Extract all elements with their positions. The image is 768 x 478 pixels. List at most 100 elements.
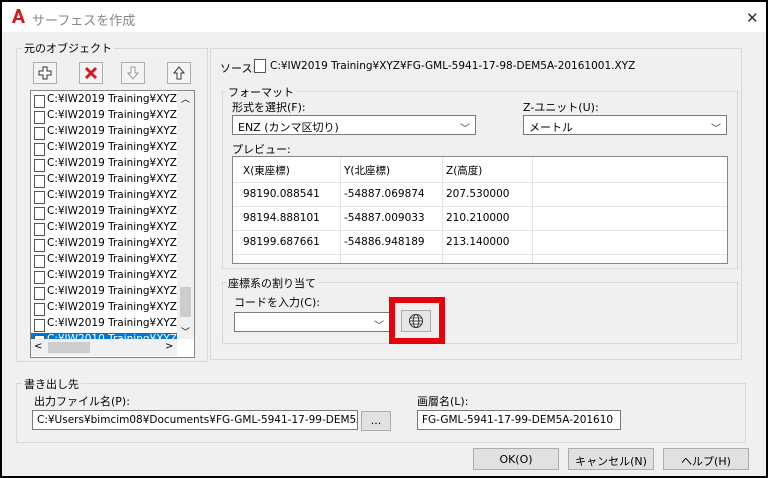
coord-legend: 座標系の割り当て (226, 275, 318, 291)
title-bar: サーフェスを作成 ✕ (2, 2, 766, 32)
format-legend: フォーマット (226, 84, 296, 100)
list-item-label: C:¥IW2019 Training¥XYZ¥ (47, 221, 177, 233)
cancel-button[interactable]: キャンセル(N) (568, 448, 654, 470)
list-item[interactable]: C:¥IW2019 Training¥XYZ¥ (31, 93, 177, 109)
ok-button-label: OK(O) (499, 453, 533, 466)
move-up-button[interactable] (167, 62, 191, 84)
list-item[interactable]: C:¥IW2019 Training¥XYZ¥ (31, 173, 177, 189)
file-icon (34, 207, 45, 220)
scroll-up-icon[interactable]: ︿ (181, 92, 190, 105)
file-icon (34, 191, 45, 204)
file-icon (34, 175, 45, 188)
dialog-title: サーフェスを作成 (32, 14, 136, 29)
chevron-down-icon: ﹀ (374, 321, 384, 332)
layer-name-field[interactable]: FG-GML-5941-17-99-DEM5A-201610 (417, 410, 621, 430)
file-icon (34, 303, 45, 316)
list-item[interactable]: C:¥IW2019 Training¥XYZ¥ (31, 253, 177, 269)
file-icon (34, 143, 45, 156)
export-legend: 書き出し先 (22, 376, 81, 392)
file-icon (34, 95, 45, 108)
z-unit-label: Z-ユニット(U): (523, 101, 599, 114)
column-header-z: Z(高度) (446, 165, 483, 177)
horizontal-scrollbar[interactable]: < > (31, 339, 177, 356)
list-item-label: C:¥IW2019 Training¥XYZ¥ (47, 93, 177, 105)
arrow-up-icon (172, 66, 186, 80)
list-item-label: C:¥IW2019 Training¥XYZ¥ (47, 237, 177, 249)
list-item-label: C:¥IW2019 Training¥XYZ¥ (47, 125, 177, 137)
list-item[interactable]: C:¥IW2019 Training¥XYZ¥ (31, 157, 177, 173)
list-item[interactable]: C:¥IW2019 Training¥XYZ¥ (31, 205, 177, 221)
list-item[interactable]: C:¥IW2019 Training¥XYZ¥ (31, 109, 177, 125)
table-cell: -54886.948189 (344, 236, 425, 248)
cancel-button-label: キャンセル(N) (575, 455, 647, 468)
file-icon (34, 255, 45, 268)
list-item[interactable]: C:¥IW2019 Training¥XYZ¥ (31, 125, 177, 141)
table-cell: 213.140000 (446, 236, 510, 248)
table-cell: 98199.687661 (243, 236, 320, 248)
help-button[interactable]: ヘルプ(H) (663, 448, 749, 470)
h-scroll-thumb[interactable] (48, 342, 90, 353)
list-item-label: C:¥IW2019 Training¥XYZ¥ (47, 205, 177, 217)
list-item-label: C:¥IW2019 Training¥XYZ¥ (47, 173, 177, 185)
file-icon (34, 223, 45, 236)
list-item-label: C:¥IW2019 Training¥XYZ¥ (47, 109, 177, 121)
list-item[interactable]: C:¥IW2019 Training¥XYZ¥ (31, 317, 177, 333)
add-button[interactable] (33, 62, 57, 84)
layer-name-label: 画層名(L): (417, 395, 469, 408)
output-file-value: C:¥Users¥bimcim08¥Documents¥FG-GML-5941-… (37, 414, 358, 426)
layer-name-value: FG-GML-5941-17-99-DEM5A-201610 (422, 414, 614, 426)
z-unit-select[interactable]: メートル ﹀ (523, 115, 727, 135)
list-item-label: C:¥IW2019 Training¥XYZ¥ (47, 301, 177, 313)
coordinate-system-button[interactable] (401, 310, 431, 332)
file-icon (34, 271, 45, 284)
list-item-label: C:¥IW2019 Training¥XYZ¥ (47, 253, 177, 265)
list-item[interactable]: C:¥IW2019 Training¥XYZ¥ (31, 189, 177, 205)
list-item[interactable]: C:¥IW2019 Training¥XYZ¥ (31, 237, 177, 253)
source-label: ソース: (220, 62, 257, 75)
file-icon (34, 159, 45, 172)
list-item[interactable]: C:¥IW2019 Training¥XYZ¥ (31, 301, 177, 317)
ok-button[interactable]: OK(O) (473, 448, 559, 470)
source-path: C:¥IW2019 Training¥XYZ¥FG-GML-5941-17-98… (270, 60, 636, 72)
code-input[interactable]: ﹀ (234, 312, 390, 332)
browse-button[interactable]: ... (361, 411, 391, 431)
table-cell: 98194.888101 (243, 212, 320, 224)
list-item[interactable]: C:¥IW2019 Training¥XYZ¥ (31, 285, 177, 301)
delete-button[interactable] (79, 62, 103, 84)
format-select[interactable]: ENZ (カンマ区切り) ﹀ (232, 115, 476, 135)
preview-grid: X(東座標) Y(北座標) Z(高度) 98190.088541 -54887.… (232, 156, 728, 264)
format-label: 形式を選択(F): (232, 101, 306, 114)
output-file-field[interactable]: C:¥Users¥bimcim08¥Documents¥FG-GML-5941-… (32, 410, 358, 430)
scroll-down-icon[interactable]: ﹀ (181, 325, 190, 338)
x-icon (84, 66, 98, 80)
source-objects-legend: 元のオブジェクト (22, 40, 114, 56)
list-item[interactable]: C:¥IW2019 Training¥XYZ¥ (31, 221, 177, 237)
preview-label: プレビュー: (232, 143, 291, 156)
list-item[interactable]: C:¥IW2019 Training¥XYZ¥ (31, 269, 177, 285)
chevron-down-icon: ﹀ (711, 124, 721, 135)
file-icon (34, 239, 45, 252)
table-cell: 98190.088541 (243, 188, 320, 200)
create-surface-dialog: サーフェスを作成 ✕ 元のオブジェクト C:¥IW2019 Training¥X… (0, 0, 768, 478)
globe-icon (409, 314, 423, 328)
list-item-label: C:¥IW2019 Training¥XYZ¥ (47, 189, 177, 201)
close-icon[interactable]: ✕ (746, 9, 759, 27)
scroll-left-icon[interactable]: < (34, 341, 42, 352)
scroll-thumb[interactable] (180, 287, 191, 317)
list-item-label: C:¥IW2019 Training¥XYZ¥ (47, 141, 177, 153)
format-select-value: ENZ (カンマ区切り) (238, 121, 339, 134)
list-item[interactable]: C:¥IW2019 Training¥XYZ¥ (31, 141, 177, 157)
vertical-scrollbar[interactable]: ︿ ﹀ (177, 91, 194, 339)
code-label: コードを入力(C): (234, 296, 320, 309)
file-icon (34, 111, 45, 124)
source-file-list[interactable]: C:¥IW2019 Training¥XYZ¥ C:¥IW2019 Trainin… (30, 90, 195, 358)
autocad-logo-icon (10, 8, 26, 24)
table-cell: 210.210000 (446, 212, 510, 224)
scroll-right-icon[interactable]: > (165, 341, 173, 352)
move-down-button[interactable] (121, 62, 145, 84)
file-icon (254, 59, 266, 73)
column-header-y: Y(北座標) (344, 165, 391, 177)
list-item-label: C:¥IW2019 Training¥XYZ¥ (47, 269, 177, 281)
z-unit-select-value: メートル (529, 121, 573, 134)
list-item-label: C:¥IW2019 Training¥XYZ¥ (47, 285, 177, 297)
